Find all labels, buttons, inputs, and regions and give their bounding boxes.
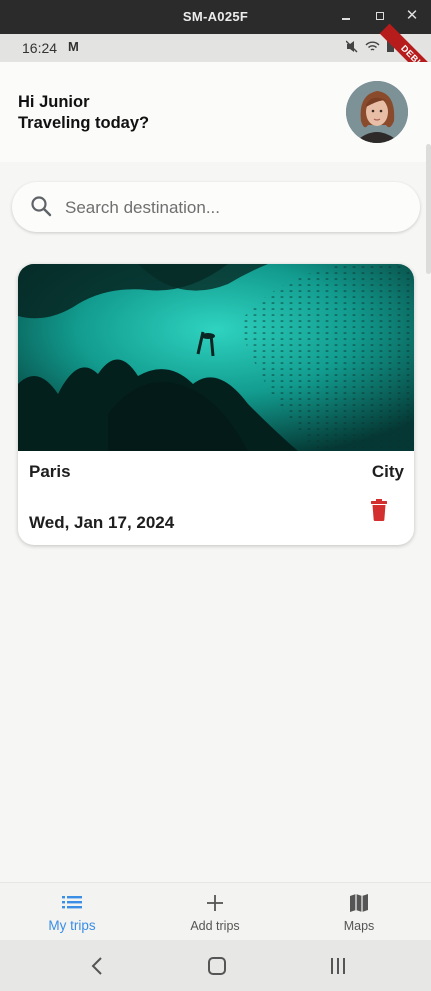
close-window-button[interactable]: ✕ <box>404 8 420 24</box>
user-avatar[interactable] <box>346 81 408 143</box>
minimize-button[interactable] <box>338 8 354 24</box>
mute-icon <box>345 40 358 53</box>
plus-icon <box>207 895 223 911</box>
system-navigation-bar <box>0 940 431 991</box>
nav-add-trips[interactable]: Add trips <box>155 883 275 941</box>
window-title: SM-A025F <box>182 9 249 24</box>
bottom-navigation: My trips Add trips Maps <box>0 882 431 941</box>
trip-type: City <box>371 462 404 481</box>
nav-maps[interactable]: Maps <box>299 883 419 941</box>
mail-icon: M <box>68 39 79 54</box>
window-titlebar: SM-A025F ✕ <box>0 0 431 34</box>
status-bar: 16:24 M <box>0 34 431 62</box>
app-header: Hi Junior Traveling today? <box>0 62 431 162</box>
map-icon <box>350 894 368 912</box>
wifi-icon <box>365 41 380 51</box>
status-time: 16:24 <box>22 40 58 56</box>
nav-my-trips-label: My trips <box>48 918 96 933</box>
nav-maps-label: Maps <box>343 919 375 933</box>
recent-apps-icon[interactable] <box>323 953 353 979</box>
search-input[interactable] <box>63 192 397 224</box>
list-icon <box>62 896 82 909</box>
nav-my-trips[interactable]: My trips <box>12 883 132 941</box>
avatar-portrait-icon <box>346 81 408 143</box>
trip-date: Wed, Jan 17, 2024 <box>29 513 175 532</box>
search-bar[interactable] <box>12 182 420 232</box>
trip-city: Paris <box>29 462 71 481</box>
trip-photo <box>18 264 414 451</box>
nav-add-trips-label: Add trips <box>190 919 240 933</box>
home-icon[interactable] <box>202 953 232 979</box>
maximize-button[interactable] <box>372 8 388 24</box>
search-icon <box>31 196 52 217</box>
greeting-question: Traveling today? <box>18 114 150 132</box>
greeting: Hi Junior Traveling today? <box>18 92 149 134</box>
trip-card[interactable]: Paris City Wed, Jan 17, 2024 <box>18 264 414 545</box>
delete-trip-icon[interactable] <box>370 499 388 521</box>
side-edge-handle[interactable] <box>426 144 431 274</box>
back-icon[interactable] <box>83 953 113 979</box>
greeting-name: Hi Junior <box>18 93 90 111</box>
